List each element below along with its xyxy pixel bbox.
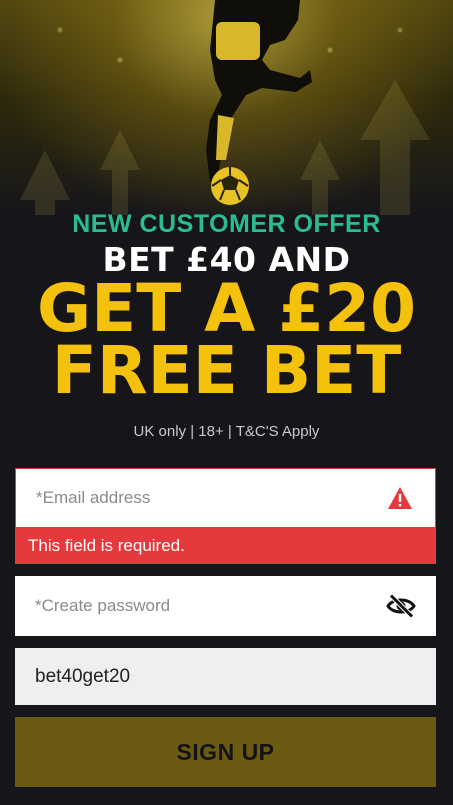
football-player-illustration [20,0,430,215]
offer-headline-free-bet: FREE BET [51,332,402,409]
email-input[interactable] [36,488,385,508]
email-field-container [15,468,436,527]
email-error-message: This field is required. [15,527,436,564]
warning-triangle-icon [385,483,415,513]
offer-subtitle: NEW CUSTOMER OFFER [72,210,381,238]
hero-image [0,0,453,215]
sign-up-button[interactable]: SIGN UP [15,717,436,787]
password-field-container [15,576,436,636]
eye-off-icon[interactable] [386,591,416,621]
terms-text: UK only | 18+ | T&C'S Apply [133,423,320,440]
promo-code-field-container [15,648,436,705]
password-input[interactable] [35,596,386,616]
promo-code-input[interactable] [35,665,416,688]
